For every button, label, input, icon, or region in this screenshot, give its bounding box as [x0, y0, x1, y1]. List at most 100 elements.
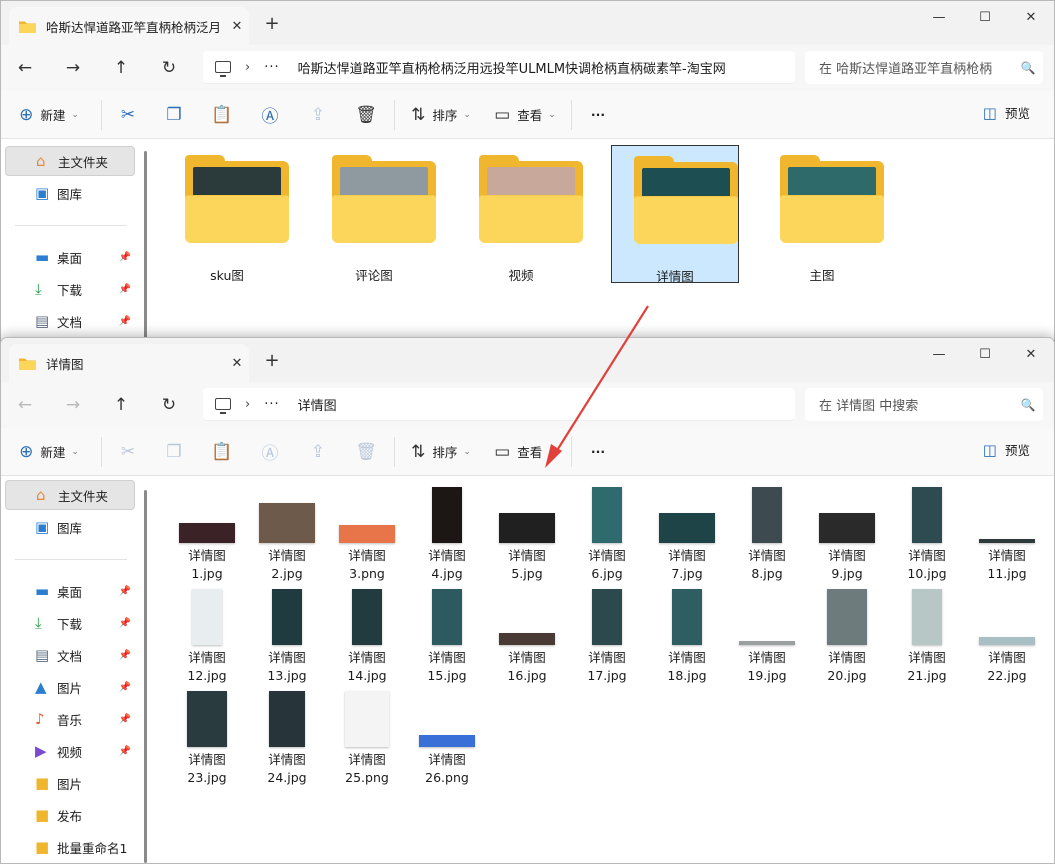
- tab-close-icon[interactable]: ✕: [225, 356, 249, 371]
- more-options-button[interactable]: ···: [576, 97, 620, 133]
- folder-item[interactable]: 视频: [457, 145, 585, 283]
- sidebar-item-gallery[interactable]: ▣ 图库: [5, 512, 135, 542]
- sidebar-item-home[interactable]: ⌂ 主文件夹: [5, 480, 135, 510]
- sidebar-item-folder-rename[interactable]: ■ 批量重命名1: [5, 832, 135, 862]
- folder-item[interactable]: 评论图: [310, 145, 438, 283]
- pin-icon[interactable]: 📌: [119, 586, 131, 597]
- file-item[interactable]: 详情图 25.png: [327, 689, 407, 789]
- back-arrow-icon[interactable]: ←: [1, 58, 49, 78]
- forward-arrow-icon[interactable]: →: [49, 395, 97, 415]
- cut-button[interactable]: ✂: [106, 434, 150, 470]
- maximize-icon[interactable]: ☐: [962, 1, 1008, 35]
- delete-button[interactable]: 🗑: [342, 434, 390, 470]
- close-icon[interactable]: ✕: [1008, 1, 1054, 35]
- sidebar-item-music[interactable]: ♪ 音乐 📌: [5, 704, 135, 734]
- folder-item[interactable]: sku图: [163, 145, 291, 283]
- minimize-icon[interactable]: —: [916, 338, 962, 372]
- new-tab-button[interactable]: +: [261, 13, 283, 34]
- file-item[interactable]: 详情图 17.jpg: [567, 587, 647, 687]
- new-button[interactable]: ⊕ 新建 ⌄: [1, 434, 97, 470]
- file-item[interactable]: 详情图 22.jpg: [967, 587, 1047, 687]
- tab-close-icon[interactable]: ✕: [225, 19, 249, 34]
- share-button[interactable]: ⇪: [294, 97, 342, 133]
- back-arrow-icon[interactable]: ←: [1, 395, 49, 415]
- sidebar-item-desktop[interactable]: ▬ 桌面 📌: [5, 576, 135, 606]
- file-item[interactable]: 详情图 2.jpg: [247, 485, 327, 585]
- sidebar-item-pictures[interactable]: ▲ 图片 📌: [5, 672, 135, 702]
- file-item[interactable]: 详情图 23.jpg: [167, 689, 247, 789]
- folder-item[interactable]: 主图: [758, 145, 886, 283]
- file-item[interactable]: 详情图 10.jpg: [887, 485, 967, 585]
- maximize-icon[interactable]: ☐: [962, 338, 1008, 372]
- folder-item[interactable]: 详情图: [611, 145, 739, 284]
- tab-active[interactable]: 哈斯达悍道路亚竿直柄枪柄泛月 ✕: [9, 7, 249, 45]
- sidebar-scrollbar[interactable]: [144, 490, 147, 863]
- breadcrumb-path[interactable]: 详情图: [298, 395, 337, 414]
- preview-button[interactable]: ◫ 预览: [983, 103, 1030, 122]
- sidebar-item-downloads[interactable]: ⤓ 下载 📌: [5, 608, 135, 638]
- share-button[interactable]: ⇪: [294, 434, 342, 470]
- address-bar[interactable]: › ··· 哈斯达悍道路亚竿直柄枪柄泛用远投竿ULMLM快调枪柄直柄碳素竿-淘宝…: [203, 51, 795, 84]
- file-item[interactable]: 详情图 9.jpg: [807, 485, 887, 585]
- file-item[interactable]: 详情图 16.jpg: [487, 587, 567, 687]
- sidebar-item-desktop[interactable]: ▬ 桌面 📌: [5, 242, 135, 272]
- file-item[interactable]: 详情图 6.jpg: [567, 485, 647, 585]
- sidebar-item-documents[interactable]: ▤ 文档 📌: [5, 306, 135, 336]
- sort-button[interactable]: ⇅ 排序 ⌄: [399, 97, 483, 133]
- delete-button[interactable]: 🗑: [342, 97, 390, 133]
- view-button[interactable]: ▭ 查看 ⌄: [483, 97, 567, 133]
- file-item[interactable]: 详情图 1.jpg: [167, 485, 247, 585]
- file-item[interactable]: 详情图 5.jpg: [487, 485, 567, 585]
- file-item[interactable]: 详情图 7.jpg: [647, 485, 727, 585]
- file-item[interactable]: 详情图 8.jpg: [727, 485, 807, 585]
- sidebar-item-downloads[interactable]: ⤓ 下载 📌: [5, 274, 135, 304]
- pin-icon[interactable]: 📌: [119, 252, 131, 263]
- chevron-right-icon[interactable]: ›: [245, 397, 250, 412]
- pin-icon[interactable]: 📌: [119, 316, 131, 327]
- file-item[interactable]: 详情图 26.png: [407, 689, 487, 789]
- file-item[interactable]: 详情图 11.jpg: [967, 485, 1047, 585]
- new-tab-button[interactable]: +: [261, 350, 283, 371]
- file-item[interactable]: 详情图 3.png: [327, 485, 407, 585]
- file-item[interactable]: 详情图 18.jpg: [647, 587, 727, 687]
- file-item[interactable]: 详情图 24.jpg: [247, 689, 327, 789]
- paste-button[interactable]: 📋: [198, 97, 246, 133]
- pin-icon[interactable]: 📌: [119, 714, 131, 725]
- preview-button[interactable]: ◫ 预览: [983, 440, 1030, 459]
- pin-icon[interactable]: 📌: [119, 746, 131, 757]
- address-bar[interactable]: › ··· 详情图: [203, 388, 795, 421]
- search-box[interactable]: 在 详情图 中搜索 🔍: [805, 388, 1043, 421]
- up-arrow-icon[interactable]: ↑: [97, 58, 145, 78]
- cut-button[interactable]: ✂: [106, 97, 150, 133]
- file-item[interactable]: 详情图 15.jpg: [407, 587, 487, 687]
- sidebar-scrollbar[interactable]: [144, 151, 147, 344]
- refresh-icon[interactable]: ↻: [145, 58, 193, 78]
- pin-icon[interactable]: 📌: [119, 682, 131, 693]
- view-button[interactable]: ▭ 查看 ⌄: [483, 434, 567, 470]
- pin-icon[interactable]: 📌: [119, 650, 131, 661]
- rename-button[interactable]: Ⓐ: [246, 434, 294, 470]
- rename-button[interactable]: Ⓐ: [246, 97, 294, 133]
- more-options-button[interactable]: ···: [576, 434, 620, 470]
- up-arrow-icon[interactable]: ↑: [97, 395, 145, 415]
- pin-icon[interactable]: 📌: [119, 284, 131, 295]
- copy-button[interactable]: ❐: [150, 434, 198, 470]
- sidebar-item-folder-publish[interactable]: ■ 发布: [5, 800, 135, 830]
- tab-active[interactable]: 详情图 ✕: [9, 344, 249, 382]
- sidebar-item-home[interactable]: ⌂ 主文件夹: [5, 146, 135, 176]
- file-item[interactable]: 详情图 12.jpg: [167, 587, 247, 687]
- pin-icon[interactable]: 📌: [119, 618, 131, 629]
- close-icon[interactable]: ✕: [1008, 338, 1054, 372]
- breadcrumb-overflow[interactable]: ···: [264, 60, 279, 75]
- file-item[interactable]: 详情图 21.jpg: [887, 587, 967, 687]
- forward-arrow-icon[interactable]: →: [49, 58, 97, 78]
- sidebar-item-documents[interactable]: ▤ 文档 📌: [5, 640, 135, 670]
- sort-button[interactable]: ⇅ 排序 ⌄: [399, 434, 483, 470]
- file-item[interactable]: 详情图 14.jpg: [327, 587, 407, 687]
- breadcrumb-overflow[interactable]: ···: [264, 397, 279, 412]
- file-item[interactable]: 详情图 13.jpg: [247, 587, 327, 687]
- file-item[interactable]: 详情图 4.jpg: [407, 485, 487, 585]
- paste-button[interactable]: 📋: [198, 434, 246, 470]
- file-item[interactable]: 详情图 19.jpg: [727, 587, 807, 687]
- chevron-right-icon[interactable]: ›: [245, 60, 250, 75]
